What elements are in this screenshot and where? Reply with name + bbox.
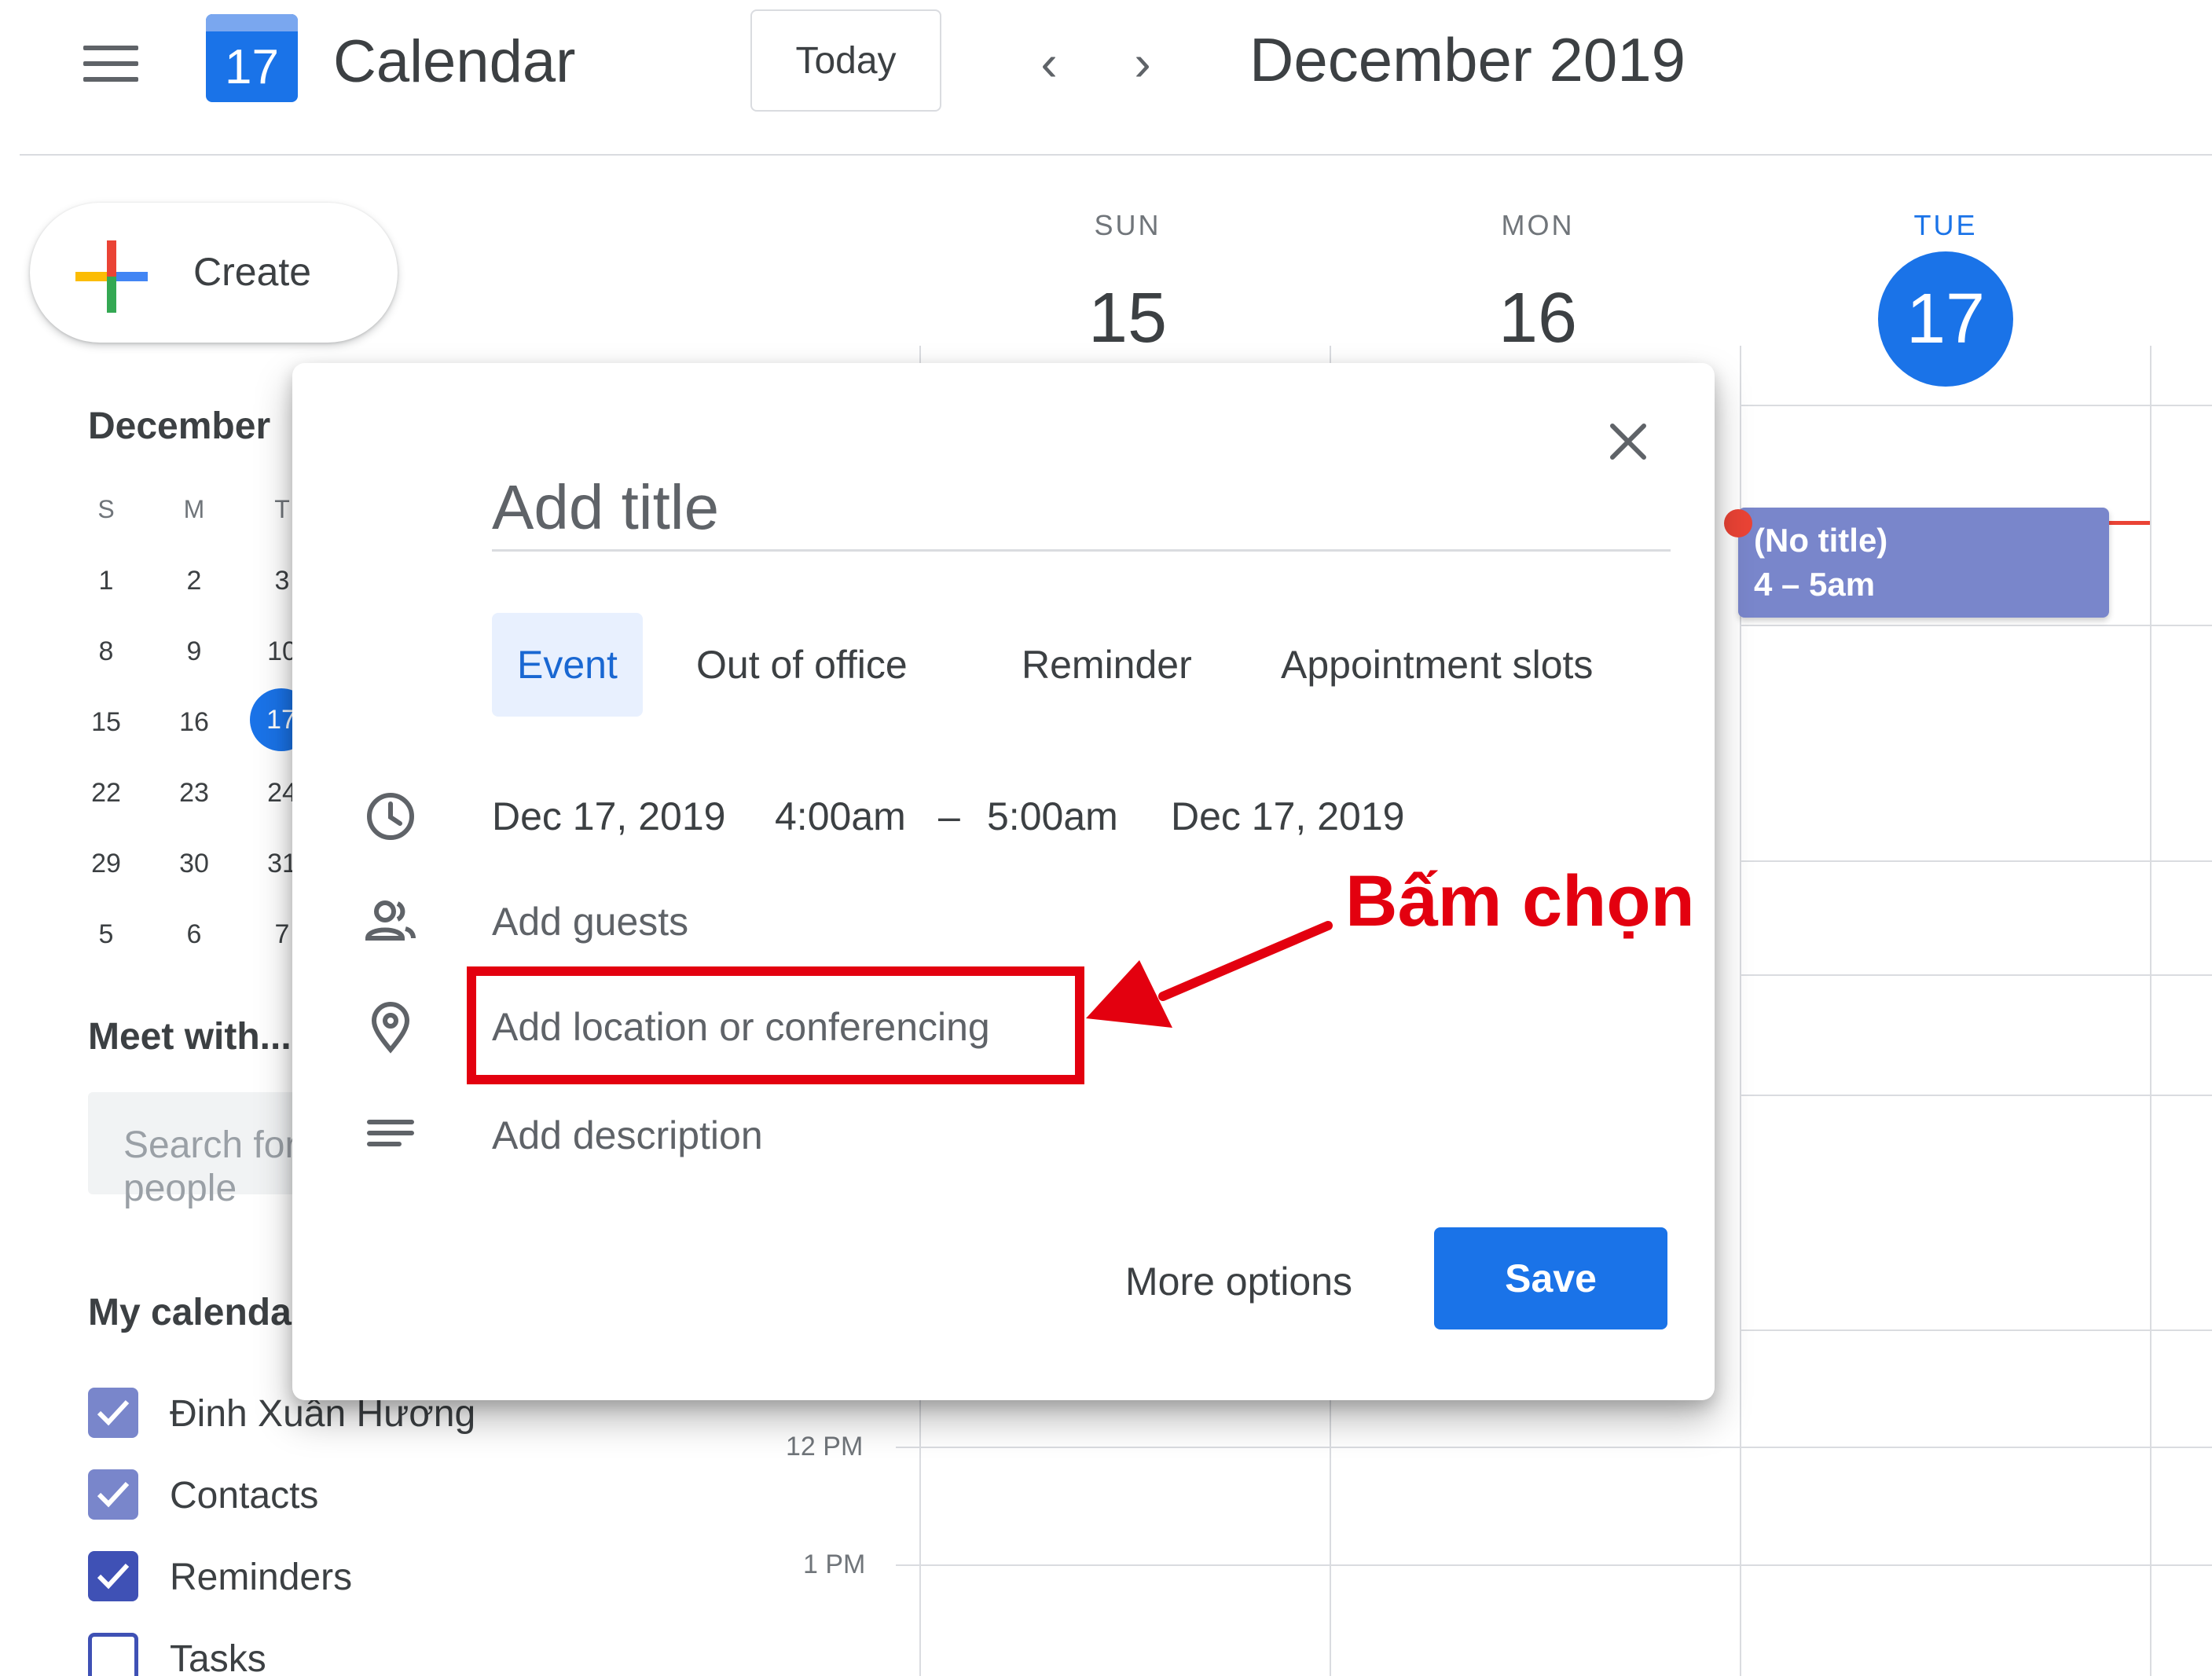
grid-row-line xyxy=(896,1564,2212,1566)
logo-day-number: 17 xyxy=(225,40,279,94)
highlight-box xyxy=(467,966,1084,1084)
time-label: 1 PM xyxy=(803,1549,866,1579)
today-button[interactable]: Today xyxy=(750,9,941,112)
time-label: 12 PM xyxy=(786,1432,864,1461)
current-period: December 2019 xyxy=(1249,25,1686,94)
time-separator: – xyxy=(938,794,960,838)
grid-row-line xyxy=(1740,625,2212,626)
day-name: SUN xyxy=(1094,209,1161,241)
mini-day-header: S xyxy=(97,495,115,523)
checkbox-icon[interactable] xyxy=(88,1388,138,1438)
close-icon[interactable] xyxy=(1597,410,1660,473)
grid-row-line xyxy=(1740,1329,2212,1331)
my-calendars-heading[interactable]: My calendars xyxy=(88,1291,327,1334)
mini-day[interactable]: 9 xyxy=(167,636,222,667)
grid-row-line xyxy=(1740,405,2212,406)
tab-appointment-slots[interactable]: Appointment slots xyxy=(1281,613,1593,717)
calendar-label: Reminders xyxy=(170,1557,353,1598)
grid-row-line xyxy=(896,1447,2212,1448)
grid-column-line xyxy=(2150,346,2151,1676)
day-name-today: TUE xyxy=(1913,209,1978,241)
clock-icon xyxy=(363,789,418,844)
day-name: MON xyxy=(1501,209,1575,241)
day-number[interactable]: 15 xyxy=(1049,275,1206,361)
people-icon xyxy=(363,894,418,949)
mini-day[interactable]: 22 xyxy=(79,778,134,809)
day-number-today[interactable]: 17 xyxy=(1878,251,2013,387)
annotation-label: Bấm chọn xyxy=(1345,861,1695,941)
create-button[interactable]: Create xyxy=(30,203,398,343)
grid-row-line xyxy=(1740,860,2212,862)
end-time[interactable]: 5:00am xyxy=(987,794,1118,839)
tab-event[interactable]: Event xyxy=(492,613,643,717)
header-divider xyxy=(20,154,2212,156)
add-description-field[interactable]: Add description xyxy=(492,1113,763,1158)
calendar-label: Tasks xyxy=(170,1638,266,1676)
start-date[interactable]: Dec 17, 2019 xyxy=(492,794,725,839)
event-title: (No title) xyxy=(1754,522,1888,559)
checkbox-icon[interactable] xyxy=(88,1551,138,1601)
menu-icon[interactable] xyxy=(83,46,138,82)
event-time: 4 – 5am xyxy=(1754,566,1876,603)
day-number[interactable]: 16 xyxy=(1459,275,1616,361)
grid-row-line xyxy=(1740,1095,2212,1096)
location-pin-icon xyxy=(363,999,418,1054)
chevron-right-icon[interactable]: › xyxy=(1119,31,1166,94)
mini-day[interactable]: 1 xyxy=(79,566,134,596)
current-time-dot xyxy=(1724,509,1752,537)
mini-day[interactable]: 16 xyxy=(167,707,222,738)
save-button[interactable]: Save xyxy=(1434,1227,1667,1329)
start-time[interactable]: 4:00am xyxy=(775,794,906,839)
event-chip[interactable]: (No title) 4 – 5am xyxy=(1738,508,2109,618)
checkbox-icon[interactable] xyxy=(88,1469,138,1520)
mini-day[interactable]: 30 xyxy=(167,849,222,879)
create-label: Create xyxy=(193,250,312,294)
checkbox-icon[interactable] xyxy=(88,1633,138,1676)
people-search-input[interactable]: Search for people xyxy=(88,1092,324,1209)
tab-reminder[interactable]: Reminder xyxy=(1022,613,1192,717)
calendar-logo-icon[interactable]: 17 xyxy=(206,14,298,102)
mini-day[interactable]: 29 xyxy=(79,849,134,879)
mini-day[interactable]: 8 xyxy=(79,636,134,667)
plus-icon xyxy=(75,240,148,313)
grid-row-line xyxy=(1740,974,2212,976)
chevron-left-icon[interactable]: ‹ xyxy=(1025,31,1073,94)
tab-out-of-office[interactable]: Out of office xyxy=(696,613,908,717)
mini-calendar-month: December xyxy=(88,405,271,447)
end-date[interactable]: Dec 17, 2019 xyxy=(1171,794,1404,839)
mini-day[interactable]: 23 xyxy=(167,778,222,809)
event-title-input[interactable] xyxy=(492,465,1671,552)
current-time-line xyxy=(2109,521,2150,525)
meet-with-heading: Meet with... xyxy=(88,1016,292,1058)
calendar-label: Contacts xyxy=(170,1475,319,1516)
more-options-button[interactable]: More options xyxy=(1125,1259,1352,1304)
app-title[interactable]: Calendar xyxy=(333,27,575,97)
description-icon xyxy=(363,1108,418,1163)
mini-day[interactable]: 5 xyxy=(79,919,134,950)
annotation-arrow-icon xyxy=(1086,921,1333,1028)
mini-day-header: M xyxy=(183,495,205,523)
mini-day[interactable]: 6 xyxy=(167,919,222,950)
mini-day[interactable]: 2 xyxy=(167,566,222,596)
add-guests-field[interactable]: Add guests xyxy=(492,899,688,944)
mini-day[interactable]: 15 xyxy=(79,707,134,738)
